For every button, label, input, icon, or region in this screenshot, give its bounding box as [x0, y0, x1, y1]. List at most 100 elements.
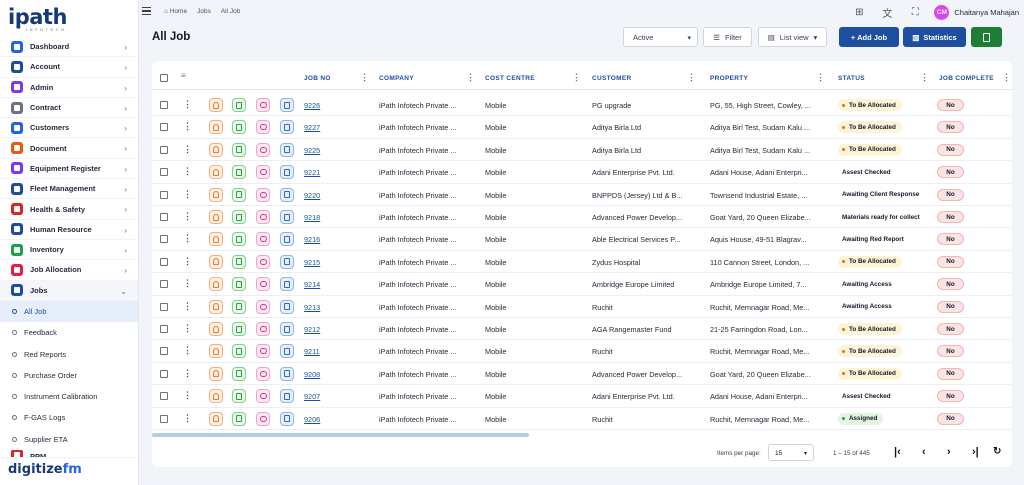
job-number-link[interactable]: 9220 [304, 191, 320, 200]
vehicle-icon[interactable] [256, 299, 270, 314]
sidebar-item-admin[interactable]: Admin › [0, 78, 138, 98]
document-icon[interactable] [232, 389, 246, 404]
job-number-link[interactable]: 9211 [304, 347, 320, 356]
row-menu-icon[interactable]: ⋮ [183, 390, 192, 401]
col-job-complete[interactable]: JOB COMPLETE [939, 75, 994, 82]
assign-engineer-icon[interactable] [209, 322, 223, 336]
select-all-checkbox[interactable] [160, 74, 168, 82]
row-menu-icon[interactable]: ⋮ [183, 301, 192, 312]
row-menu-icon[interactable]: ⋮ [183, 166, 192, 177]
row-menu-icon[interactable]: ⋮ [183, 233, 192, 244]
job-number-link[interactable]: 9221 [304, 168, 320, 177]
row-menu-icon[interactable]: ⋮ [183, 323, 192, 334]
report-icon[interactable] [280, 411, 294, 426]
vehicle-icon[interactable] [256, 322, 270, 336]
fullscreen-icon[interactable]: ⛶ [906, 7, 924, 18]
next-page-icon[interactable]: › [947, 446, 951, 458]
row-checkbox[interactable] [160, 325, 168, 333]
vehicle-icon[interactable] [256, 411, 270, 426]
job-number-link[interactable]: 9216 [304, 235, 320, 244]
sidebar-item-ppm[interactable]: PPM [0, 449, 138, 458]
row-menu-icon[interactable]: ⋮ [183, 413, 192, 424]
report-icon[interactable] [280, 142, 294, 157]
row-checkbox[interactable] [160, 369, 168, 378]
document-icon[interactable] [232, 277, 246, 292]
hierarchy-icon[interactable]: ⊞ [850, 7, 868, 18]
row-checkbox[interactable] [160, 347, 168, 356]
sidebar-item-job-allocation[interactable]: Job Allocation › [0, 260, 138, 281]
assign-engineer-icon[interactable] [209, 389, 223, 404]
avatar[interactable]: CM [934, 4, 950, 20]
sidebar-subitem-red-reports[interactable]: Red Reports [0, 343, 138, 364]
document-icon[interactable] [232, 344, 246, 359]
previous-page-icon[interactable]: ‹ [922, 446, 926, 458]
row-checkbox[interactable] [160, 302, 168, 311]
document-icon[interactable] [232, 210, 246, 224]
document-icon[interactable] [232, 299, 246, 314]
col-menu-icon[interactable]: ⋮ [572, 72, 581, 83]
sidebar-subitem-purchase-order[interactable]: Purchase Order [0, 365, 138, 386]
document-icon[interactable] [232, 254, 246, 269]
assign-engineer-icon[interactable] [209, 120, 223, 135]
assign-engineer-icon[interactable] [209, 165, 223, 180]
assign-engineer-icon[interactable] [209, 299, 223, 314]
sidebar-item-document[interactable]: Document › [0, 138, 138, 159]
report-icon[interactable] [280, 98, 294, 112]
sidebar-item-equipment-register[interactable]: Equipment Register › [0, 159, 138, 180]
refresh-icon[interactable]: ↻ [993, 446, 1001, 457]
report-icon[interactable] [280, 277, 294, 292]
report-icon[interactable] [280, 165, 294, 180]
sidebar-subitem-f-gas-logs[interactable]: F-GAS Logs [0, 407, 138, 428]
document-icon[interactable] [232, 322, 246, 336]
sidebar-item-dashboard[interactable]: Dashboard › [0, 37, 138, 58]
user-name[interactable]: Chaitanya Mahajan [954, 8, 1019, 17]
status-select[interactable]: Active ▾ [623, 27, 698, 47]
job-number-link[interactable]: 9214 [304, 280, 320, 289]
vehicle-icon[interactable] [256, 210, 270, 224]
table-row[interactable]: ⋮ 9227 iPath Infotech Private ... Mobile Adi… [152, 116, 1012, 139]
col-menu-icon[interactable]: ⋮ [1002, 72, 1011, 83]
assign-engineer-icon[interactable] [209, 254, 223, 269]
row-menu-icon[interactable]: ⋮ [183, 121, 192, 132]
document-icon[interactable] [232, 411, 246, 426]
sidebar-item-customers[interactable]: Customers › [0, 118, 138, 139]
table-row[interactable]: ⋮ 9214 iPath Infotech Private ... Mobile Amb… [152, 273, 1012, 296]
row-menu-icon[interactable]: ⋮ [183, 345, 192, 356]
export-excel-button[interactable] [971, 27, 1002, 47]
translate-icon[interactable]: 文 [878, 5, 896, 20]
row-menu-icon[interactable]: ⋮ [183, 256, 192, 267]
col-cost-centre[interactable]: COST CENTRE [485, 75, 535, 82]
assign-engineer-icon[interactable] [209, 344, 223, 359]
add-job-button[interactable]: + Add Job [839, 27, 899, 47]
col-menu-icon[interactable]: ⋮ [816, 72, 825, 83]
col-job-no[interactable]: JOB NO [304, 75, 331, 82]
assign-engineer-icon[interactable] [209, 366, 223, 381]
sidebar-item-fleet-management[interactable]: Fleet Management › [0, 179, 138, 200]
sidebar-item-health-and-safety[interactable]: Health & Safety › [0, 199, 138, 220]
breadcrumb-jobs[interactable]: Jobs [197, 8, 211, 15]
report-icon[interactable] [280, 299, 294, 314]
table-row[interactable]: ⋮ 9211 iPath Infotech Private ... Mobile Ruc… [152, 340, 1012, 363]
horizontal-scrollbar[interactable] [152, 433, 529, 437]
report-icon[interactable] [280, 187, 294, 202]
job-number-link[interactable]: 9218 [304, 213, 320, 222]
row-menu-icon[interactable]: ⋮ [183, 368, 192, 379]
document-icon[interactable] [232, 98, 246, 112]
row-checkbox[interactable] [160, 257, 168, 266]
row-checkbox[interactable] [160, 213, 168, 221]
row-menu-icon[interactable]: ⋮ [183, 278, 192, 289]
table-row[interactable]: ⋮ 9216 iPath Infotech Private ... Mobile Abl… [152, 228, 1012, 251]
report-icon[interactable] [280, 366, 294, 381]
assign-engineer-icon[interactable] [209, 277, 223, 292]
assign-engineer-icon[interactable] [209, 210, 223, 224]
assign-engineer-icon[interactable] [209, 187, 223, 202]
first-page-icon[interactable]: |‹ [894, 446, 901, 458]
job-number-link[interactable]: 9225 [304, 146, 320, 155]
report-icon[interactable] [280, 120, 294, 135]
table-row[interactable]: ⋮ 9218 iPath Infotech Private ... Mobile Adv… [152, 206, 1012, 229]
row-menu-icon[interactable]: ⋮ [183, 144, 192, 155]
col-customer[interactable]: CUSTOMER [592, 75, 631, 82]
vehicle-icon[interactable] [256, 254, 270, 269]
document-icon[interactable] [232, 165, 246, 180]
job-number-link[interactable]: 9215 [304, 258, 320, 267]
